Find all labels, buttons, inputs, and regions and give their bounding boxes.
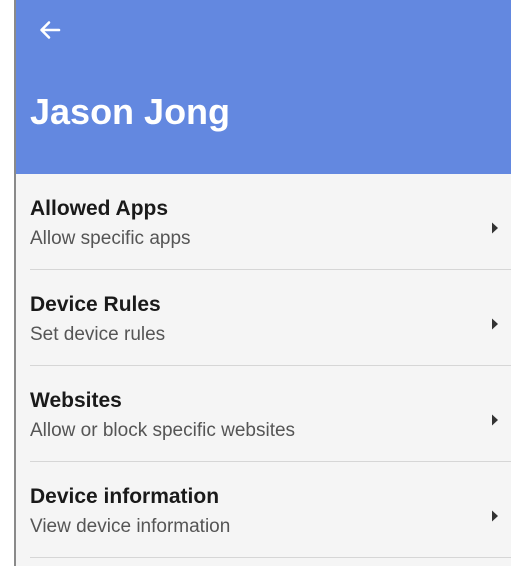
app-bar: Jason Jong [16, 0, 511, 174]
menu-item-device-information[interactable]: Device information View device informati… [16, 462, 511, 558]
back-button[interactable] [34, 14, 66, 46]
menu-item-subtitle: Set device rules [30, 324, 166, 345]
menu-item-subtitle: Allow or block specific websites [30, 420, 296, 441]
menu-item-title: Device Rules [30, 293, 161, 316]
menu-item-subtitle: Allow specific apps [30, 228, 191, 249]
divider [30, 556, 511, 558]
menu-item-device-rules[interactable]: Device Rules Set device rules [16, 270, 511, 366]
settings-list: Allowed Apps Allow specific apps Device … [16, 174, 511, 566]
chevron-right-icon [492, 510, 498, 522]
chevron-right-icon [492, 318, 498, 330]
menu-item-title: Device information [30, 485, 220, 508]
arrow-left-icon [40, 21, 61, 39]
menu-item-title: Allowed Apps [30, 197, 169, 220]
menu-item-allowed-apps[interactable]: Allowed Apps Allow specific apps [16, 174, 511, 270]
page-title: Jason Jong [30, 91, 231, 132]
chevron-right-icon [492, 414, 498, 426]
left-margin [0, 0, 14, 566]
screen: Jason Jong Allowed Apps Allow specific a… [0, 0, 511, 566]
menu-item-title: Websites [30, 389, 122, 412]
chevron-right-icon [492, 222, 498, 234]
menu-item-websites[interactable]: Websites Allow or block specific website… [16, 366, 511, 462]
menu-item-subtitle: View device information [30, 516, 231, 537]
